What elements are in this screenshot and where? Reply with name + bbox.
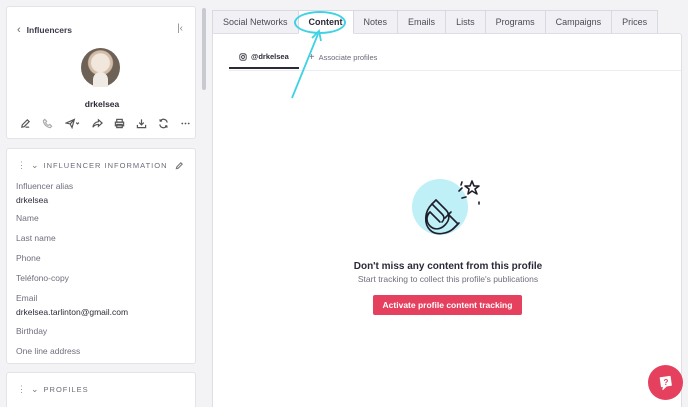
subtab-divider	[229, 70, 681, 71]
profile-subtabs: @drkelsea + Associate profiles	[229, 46, 387, 69]
field-list: Influencer alias drkelsea Name Last name…	[16, 181, 191, 356]
field-label: Teléfono-copy	[16, 273, 69, 283]
content-panel: @drkelsea + Associate profiles Don't mis…	[212, 33, 682, 407]
svg-text:?: ?	[663, 378, 668, 387]
edit-section-icon[interactable]	[175, 161, 184, 170]
instagram-icon	[239, 52, 247, 61]
empty-state-title: Don't miss any content from this profile	[353, 261, 543, 272]
section-title: PROFILES	[43, 385, 89, 394]
collapse-sidebar-icon[interactable]: |‹	[177, 23, 183, 34]
field-one-line-address[interactable]: One line address	[16, 346, 191, 356]
field-name[interactable]: Name	[16, 213, 191, 223]
tab-programs[interactable]: Programs	[484, 10, 546, 34]
highlight-annotation	[294, 11, 346, 34]
send-icon[interactable]	[61, 115, 83, 131]
field-telefono-copy[interactable]: Teléfono-copy	[16, 273, 191, 283]
field-birthday[interactable]: Birthday	[16, 326, 191, 336]
field-label: Name	[16, 213, 39, 223]
avatar	[81, 48, 120, 87]
tab-bar: Social Networks Content Notes Emails Lis…	[212, 10, 659, 34]
tab-emails[interactable]: Emails	[397, 10, 447, 34]
drag-handle-icon[interactable]: ⋮	[17, 160, 27, 171]
field-label: Birthday	[16, 326, 48, 336]
field-label: Last name	[16, 233, 56, 243]
activate-tracking-button[interactable]: Activate profile content tracking	[373, 295, 522, 315]
help-chat-button[interactable]: ?	[648, 365, 683, 400]
tab-notes[interactable]: Notes	[352, 10, 399, 34]
field-influencer-alias: Influencer alias drkelsea	[16, 181, 191, 205]
profiles-section: ⋮ ⌄ PROFILES	[6, 372, 196, 407]
field-label: Phone	[16, 253, 41, 263]
subtab-label: @drkelsea	[251, 52, 289, 61]
plus-icon: +	[308, 52, 315, 63]
download-icon[interactable]	[133, 115, 149, 131]
field-last-name[interactable]: Last name	[16, 233, 191, 243]
sidebar-scrollbar[interactable]	[202, 8, 206, 90]
tab-campaigns[interactable]: Campaigns	[544, 10, 613, 34]
subtab-instagram-profile[interactable]: @drkelsea	[229, 46, 299, 69]
back-to-influencers[interactable]: ‹ Influencers	[17, 24, 72, 36]
share-icon[interactable]	[89, 115, 105, 131]
empty-state-subtitle: Start tracking to collect this profile's…	[357, 274, 539, 284]
field-label: One line address	[16, 346, 81, 356]
associate-profiles-button[interactable]: + Associate profiles	[299, 46, 388, 69]
field-label: Influencer alias	[16, 181, 74, 191]
associate-label: Associate profiles	[318, 53, 378, 62]
phone-icon[interactable]	[39, 115, 55, 131]
print-icon[interactable]	[111, 115, 127, 131]
section-title: INFLUENCER INFORMATION	[43, 161, 168, 170]
field-value[interactable]: drkelsea.tarlinton@gmail.com	[16, 307, 191, 317]
field-phone[interactable]: Phone	[16, 253, 191, 263]
tab-lists[interactable]: Lists	[445, 10, 486, 34]
drag-handle-icon[interactable]: ⋮	[17, 384, 27, 395]
chevron-down-icon[interactable]: ⌄	[31, 160, 40, 171]
magnet-illustration	[412, 179, 480, 235]
profile-card: ‹ Influencers |‹ drkelsea	[6, 6, 196, 139]
refresh-icon[interactable]	[155, 115, 171, 131]
field-email: Email drkelsea.tarlinton@gmail.com	[16, 293, 191, 317]
more-icon[interactable]	[177, 115, 193, 131]
profile-actions	[17, 115, 193, 131]
edit-icon[interactable]	[17, 115, 33, 131]
section-header[interactable]: ⋮ ⌄ PROFILES	[17, 384, 89, 395]
tab-social-networks[interactable]: Social Networks	[212, 10, 299, 34]
field-label: Email	[16, 293, 38, 303]
section-header[interactable]: ⋮ ⌄ INFLUENCER INFORMATION	[17, 160, 184, 171]
back-label: Influencers	[26, 25, 73, 35]
chevron-left-icon: ‹	[17, 24, 21, 36]
help-icon: ?	[659, 375, 672, 390]
profile-handle: drkelsea	[84, 99, 120, 109]
chevron-down-icon[interactable]: ⌄	[31, 384, 40, 395]
influencer-information-section: ⋮ ⌄ INFLUENCER INFORMATION Influencer al…	[6, 148, 196, 364]
field-value[interactable]: drkelsea	[16, 195, 191, 205]
tab-prices[interactable]: Prices	[611, 10, 659, 34]
